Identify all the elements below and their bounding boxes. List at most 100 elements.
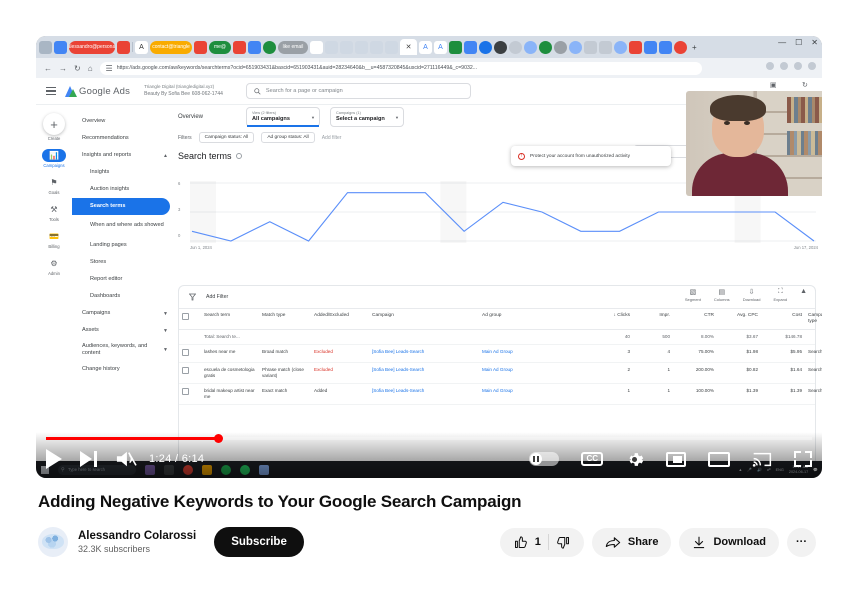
player-right-controls[interactable]: CC	[529, 450, 812, 469]
browser-tab-group-me[interactable]: me@	[209, 40, 231, 54]
col-cost[interactable]: Cost	[761, 308, 805, 330]
sidebar-item-auction-insights[interactable]: Auction insights	[72, 181, 176, 198]
browser-tab[interactable]	[54, 40, 67, 54]
browser-omnibox-row[interactable]: ← → ↻ ⌂ ☰ https://ads.google.com/aw/keyw…	[36, 58, 822, 78]
columns-button[interactable]: ▤ Columns	[714, 288, 730, 302]
security-notification[interactable]: ! Protect your account from unauthorized…	[511, 146, 671, 166]
volume-button[interactable]	[115, 449, 137, 469]
account-switcher[interactable]: Triangle Digital (triangledigital.xyz) B…	[144, 84, 223, 97]
table-row[interactable]: bridal makeup artist near me Exact match…	[179, 383, 822, 405]
video-player[interactable]: alessandro@personal A contact@triangle m…	[36, 36, 822, 478]
col-ad-group[interactable]: Ad group	[479, 308, 587, 330]
chevron-down-icon[interactable]: ▼	[311, 115, 315, 120]
theater-mode-button[interactable]	[708, 451, 730, 467]
rail-item-tools[interactable]: ⚒ Tools	[37, 203, 71, 222]
video-actions[interactable]: 1 Share Download ···	[499, 527, 820, 557]
browser-tab-group-likeemail[interactable]: like email	[278, 40, 308, 54]
sidebar-item-overview[interactable]: Overview	[72, 113, 176, 130]
rail-item-campaigns[interactable]: 📊 Campaigns	[37, 149, 71, 168]
share-button[interactable]: Share	[591, 527, 672, 557]
browser-tab[interactable]	[233, 40, 246, 54]
browser-tab[interactable]	[370, 40, 383, 54]
download-button[interactable]: Download	[679, 527, 779, 557]
browser-tab[interactable]	[263, 40, 276, 54]
campaign-selector[interactable]: Campaigns (1) Select a campaign ▼	[330, 107, 404, 127]
col-campaign[interactable]: Campaign	[369, 308, 479, 330]
play-button[interactable]	[46, 449, 62, 469]
omnibox-extensions[interactable]	[766, 62, 816, 70]
browser-tab-group-personal[interactable]: alessandro@personal	[69, 40, 115, 54]
extension-icon[interactable]	[766, 62, 774, 70]
browser-tab[interactable]	[569, 40, 582, 54]
col-impr[interactable]: Impr.	[633, 308, 673, 330]
browser-tab[interactable]: A	[135, 40, 148, 54]
sidebar-item-campaigns[interactable]: Campaigns ▼	[72, 305, 176, 322]
cell-ad-group[interactable]: Main Ad Group	[479, 383, 587, 405]
row-checkbox-cell[interactable]	[179, 383, 201, 405]
cell-ad-group[interactable]: Main Ad Group	[479, 362, 587, 384]
close-button[interactable]: ✕	[811, 39, 818, 47]
table-row[interactable]: lashes near me Broad match Excluded [Sof…	[179, 344, 822, 363]
rail-item-billing[interactable]: 💳 Billing	[37, 230, 71, 249]
next-button[interactable]	[80, 451, 97, 467]
row-checkbox[interactable]	[182, 348, 189, 356]
progress-bar[interactable]	[46, 434, 812, 443]
browser-tab[interactable]	[539, 40, 552, 54]
browser-tab[interactable]	[494, 40, 507, 54]
browser-tab[interactable]	[449, 40, 462, 54]
download-button[interactable]: ⇩ Download	[743, 288, 761, 302]
minimize-button[interactable]: —	[778, 39, 786, 47]
select-all-checkbox[interactable]	[182, 313, 189, 320]
filter-chip-adgroup-status[interactable]: Ad group status: All	[261, 132, 315, 143]
browser-tab[interactable]	[355, 40, 368, 54]
extension-icon[interactable]	[780, 62, 788, 70]
filter-icon[interactable]	[189, 293, 196, 301]
cell-ad-group[interactable]: Main Ad Group	[479, 344, 587, 363]
col-clicks[interactable]: ↓ Clicks	[587, 308, 633, 330]
sidebar-item-audiences-keywords-content[interactable]: Audiences, keywords, and content ▼	[72, 339, 176, 361]
browser-tab-group-contact[interactable]: contact@triangle	[150, 40, 192, 54]
col-avg-cpc[interactable]: Avg. CPC	[717, 308, 761, 330]
extension-icon[interactable]	[794, 62, 802, 70]
menu-icon[interactable]	[46, 86, 56, 96]
rail-item-goals[interactable]: ⚑ Goals	[37, 176, 71, 195]
browser-tab[interactable]	[629, 40, 642, 54]
row-checkbox-cell[interactable]	[179, 362, 201, 384]
sidebar-item-insights-and-reports[interactable]: Insights and reports ▲	[72, 147, 176, 164]
miniplayer-button[interactable]	[666, 451, 686, 467]
ads-search-input[interactable]: Search for a page or campaign	[245, 83, 471, 99]
channel-info[interactable]: Alessandro Colarossi 32.3K subscribers	[78, 529, 196, 556]
rail-item-admin[interactable]: ⚙ Admin	[37, 257, 71, 276]
sidebar-item-assets[interactable]: Assets ▼	[72, 322, 176, 339]
select-all-header[interactable]	[179, 308, 201, 330]
expand-button[interactable]: ⛶ Expand	[773, 288, 787, 302]
browser-tab[interactable]	[554, 40, 567, 54]
sidebar-item-recommendations[interactable]: Recommendations	[72, 130, 176, 147]
back-icon[interactable]: ←	[44, 64, 52, 73]
col-match-type[interactable]: Match type	[259, 308, 311, 330]
browser-tab[interactable]	[464, 40, 477, 54]
cell-campaign[interactable]: [Sofia Bee] Leads-Search	[369, 383, 479, 405]
sidebar-item-stores[interactable]: Stores	[72, 254, 176, 271]
chevron-down-icon[interactable]: ▼	[395, 115, 399, 120]
sidebar-item-change-history[interactable]: Change history	[72, 361, 176, 378]
row-checkbox-cell[interactable]	[179, 344, 201, 363]
autoplay-toggle[interactable]	[529, 452, 560, 466]
browser-tab[interactable]	[659, 40, 672, 54]
browser-tab[interactable]	[644, 40, 657, 54]
filter-chip-campaign-status[interactable]: Campaign status: All	[198, 132, 255, 143]
sidebar-item-landing-pages[interactable]: Landing pages	[72, 237, 176, 254]
browser-tab[interactable]	[584, 40, 597, 54]
plus-icon[interactable]: +	[43, 113, 65, 135]
browser-tab[interactable]	[614, 40, 627, 54]
col-campaign-type[interactable]: Campaign type	[805, 308, 822, 330]
cell-campaign[interactable]: [Sofia Bee] Leads-Search	[369, 344, 479, 363]
player-buttons-row[interactable]: 1:24 / 6:14 CC	[36, 444, 822, 474]
browser-tab[interactable]: A	[434, 40, 447, 54]
sidebar-item-dashboards[interactable]: Dashboards	[72, 288, 176, 305]
subtitles-button[interactable]: CC	[581, 452, 603, 466]
profile-avatar-icon[interactable]	[808, 62, 816, 70]
view-selector[interactable]: View (2 filters) All campaigns ▼	[246, 107, 320, 127]
col-search-term[interactable]: Search term	[201, 308, 259, 330]
row-checkbox[interactable]	[182, 387, 189, 395]
